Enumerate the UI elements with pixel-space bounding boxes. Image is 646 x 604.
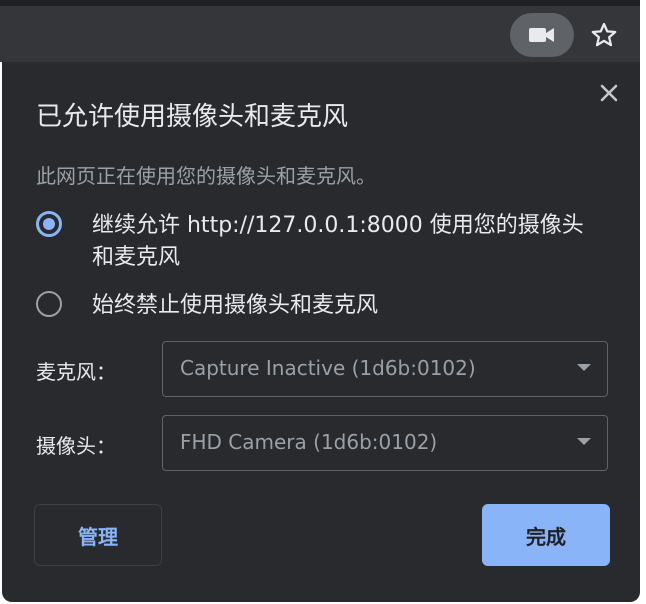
browser-toolbar xyxy=(0,0,646,62)
camera-select-value: FHD Camera (1d6b:0102) xyxy=(180,430,438,454)
block-radio[interactable] xyxy=(36,291,62,317)
camera-indicator-button[interactable] xyxy=(510,13,574,57)
microphone-label: 麦克风： xyxy=(36,360,116,384)
chevron-down-icon xyxy=(577,364,591,371)
microphone-select-value: Capture Inactive (1d6b:0102) xyxy=(180,356,476,380)
star-outline-icon xyxy=(591,22,617,47)
allow-radio[interactable] xyxy=(36,211,62,237)
allow-option[interactable]: 继续允许 http://127.0.0.1:8000 使用您的摄像头和麦克风 xyxy=(36,210,592,274)
permission-dialog: 已允许使用摄像头和麦克风 此网页正在使用您的摄像头和麦克风。 继续允许 http… xyxy=(2,62,640,602)
block-option-label: 始终禁止使用摄像头和麦克风 xyxy=(92,293,379,318)
dialog-subtitle: 此网页正在使用您的摄像头和麦克风。 xyxy=(36,164,376,188)
window-edge xyxy=(640,0,646,604)
chevron-down-icon xyxy=(577,438,591,445)
radio-dot xyxy=(43,218,55,230)
camera-label: 摄像头： xyxy=(36,434,116,458)
microphone-select[interactable]: Capture Inactive (1d6b:0102) xyxy=(162,341,608,397)
camera-select[interactable]: FHD Camera (1d6b:0102) xyxy=(162,415,608,471)
done-button[interactable]: 完成 xyxy=(482,504,610,566)
close-button[interactable] xyxy=(594,78,624,108)
block-option[interactable]: 始终禁止使用摄像头和麦克风 xyxy=(36,290,592,322)
dialog-title: 已允许使用摄像头和麦克风 xyxy=(36,102,349,132)
bookmark-star-button[interactable] xyxy=(584,15,624,55)
video-camera-icon xyxy=(529,28,554,42)
allow-option-label: 继续允许 http://127.0.0.1:8000 使用您的摄像头和麦克风 xyxy=(92,213,584,270)
close-icon xyxy=(600,84,618,102)
manage-button[interactable]: 管理 xyxy=(34,504,162,566)
